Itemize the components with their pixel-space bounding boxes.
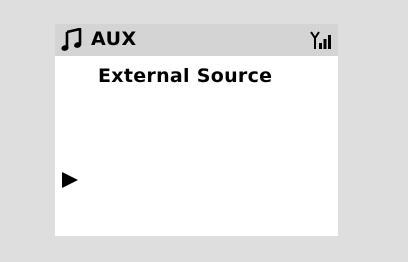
device-panel: AUX External Source	[6, 4, 402, 258]
title-bar: AUX	[55, 24, 338, 56]
wifi-signal-icon	[310, 31, 331, 49]
lcd-screen: AUX External Source	[55, 24, 338, 236]
source-subtitle: External Source	[98, 65, 273, 87]
source-title: AUX	[91, 28, 137, 50]
play-arrow-icon	[62, 172, 78, 188]
music-note-icon	[61, 28, 82, 51]
